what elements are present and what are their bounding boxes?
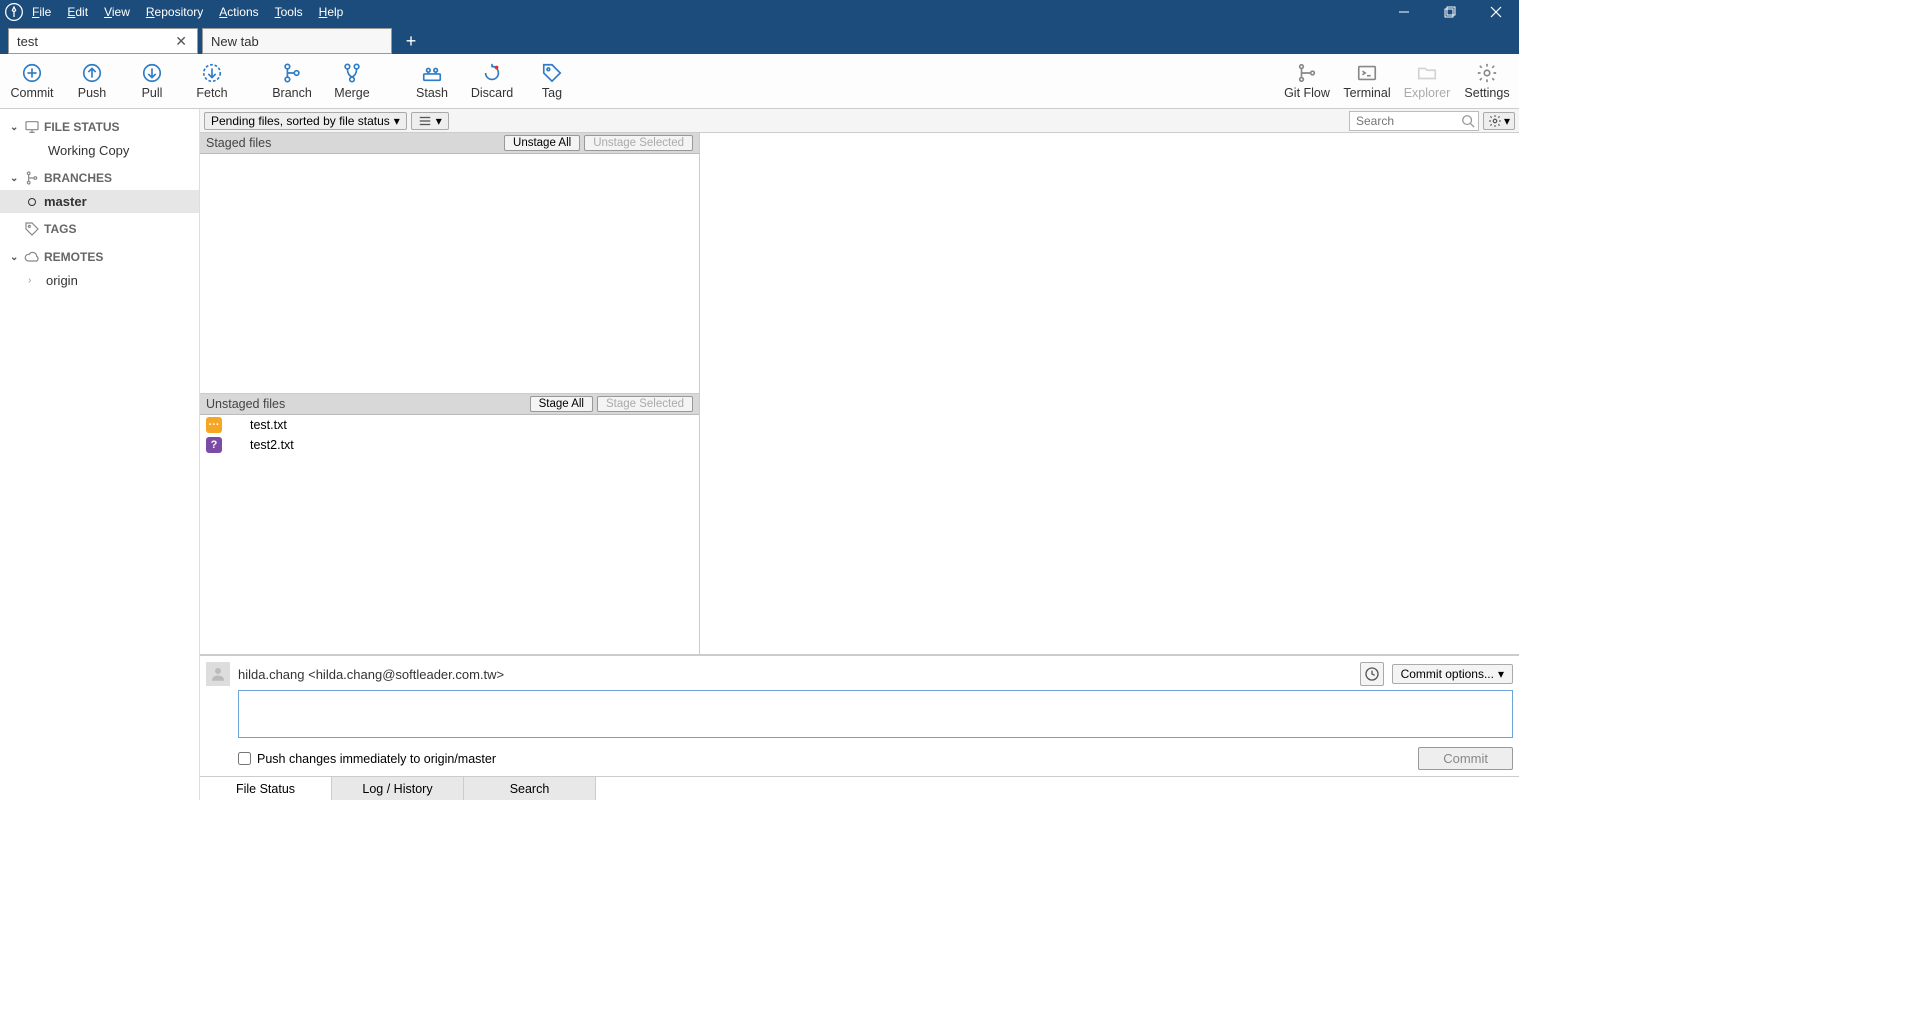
caret-down-icon: ▾ — [1498, 667, 1504, 681]
add-tab-button[interactable]: + — [396, 28, 426, 54]
tag-tool[interactable]: Tag — [522, 54, 582, 109]
stage-selected-button[interactable]: Stage Selected — [597, 396, 693, 412]
list-icon — [418, 114, 432, 128]
staged-file-list[interactable] — [200, 154, 699, 393]
sidebar-section-remotes[interactable]: ⌄ REMOTES — [0, 245, 199, 269]
chevron-down-icon: ⌄ — [10, 252, 20, 263]
sidebar-section-branches[interactable]: ⌄ BRANCHES — [0, 166, 199, 190]
pending-files-dropdown[interactable]: Pending files, sorted by file status ▾ — [204, 112, 407, 130]
titlebar: File Edit View Repository Actions Tools … — [0, 0, 1519, 24]
file-name: test2.txt — [250, 438, 294, 452]
bottom-tab-log[interactable]: Log / History — [332, 777, 464, 800]
menu-actions[interactable]: Actions — [219, 5, 258, 19]
sidebar-section-file-status[interactable]: ⌄ FILE STATUS — [0, 115, 199, 139]
unstaged-file-list[interactable]: ··· test.txt? test2.txt — [200, 415, 699, 654]
cloud-icon — [24, 249, 40, 265]
app-logo-icon — [4, 2, 24, 22]
commit-history-button[interactable] — [1360, 662, 1384, 686]
modified-file-icon: ··· — [206, 417, 222, 433]
pull-tool[interactable]: Pull — [122, 54, 182, 109]
push-immediately-checkbox[interactable]: Push changes immediately to origin/maste… — [238, 752, 496, 766]
menu-help[interactable]: Help — [319, 5, 344, 19]
menu-edit[interactable]: Edit — [67, 5, 88, 19]
monitor-icon — [24, 119, 40, 135]
clock-icon — [1364, 666, 1380, 682]
stash-tool[interactable]: Stash — [402, 54, 462, 109]
push-tool[interactable]: Push — [62, 54, 122, 109]
menu-tools[interactable]: Tools — [275, 5, 303, 19]
fetch-tool[interactable]: Fetch — [182, 54, 242, 109]
repo-tab-active[interactable]: test ✕ — [8, 28, 198, 54]
caret-down-icon: ▾ — [394, 114, 400, 128]
settings-tool[interactable]: Settings — [1457, 54, 1517, 109]
file-row[interactable]: ? test2.txt — [200, 435, 699, 455]
menu-file[interactable]: File — [32, 5, 51, 19]
merge-tool[interactable]: Merge — [322, 54, 382, 109]
unstaged-title: Unstaged files — [206, 397, 285, 411]
repo-tab-label: test — [17, 34, 38, 49]
menu-view[interactable]: View — [104, 5, 130, 19]
commit-options-dropdown[interactable]: Commit options... ▾ — [1392, 664, 1513, 684]
gitflow-tool[interactable]: Git Flow — [1277, 54, 1337, 109]
unknown-file-icon: ? — [206, 437, 222, 453]
unstage-all-button[interactable]: Unstage All — [504, 135, 580, 151]
file-name: test.txt — [250, 418, 287, 432]
stage-all-button[interactable]: Stage All — [530, 396, 593, 412]
close-icon[interactable]: ✕ — [173, 33, 189, 50]
commit-area: hilda.chang <hilda.chang@softleader.com.… — [200, 655, 1519, 776]
staged-title: Staged files — [206, 136, 271, 150]
current-branch-icon — [28, 198, 36, 206]
explorer-tool[interactable]: Explorer — [1397, 54, 1457, 109]
chevron-right-icon: › — [28, 275, 38, 286]
repo-tab-new[interactable]: New tab — [202, 28, 392, 54]
push-immediately-input[interactable] — [238, 752, 251, 765]
sidebar-section-tags[interactable]: TAGS — [0, 217, 199, 241]
caret-down-icon: ▾ — [436, 114, 442, 128]
sidebar-item-origin[interactable]: › origin — [0, 269, 199, 292]
maximize-button[interactable] — [1427, 0, 1473, 24]
branch-tool[interactable]: Branch — [262, 54, 322, 109]
gear-dropdown[interactable]: ▾ — [1483, 112, 1515, 130]
sidebar-item-master[interactable]: master — [0, 190, 199, 213]
unstage-selected-button[interactable]: Unstage Selected — [584, 135, 693, 151]
bottom-tab-file-status[interactable]: File Status — [200, 777, 332, 800]
discard-tool[interactable]: Discard — [462, 54, 522, 109]
content-area: Pending files, sorted by file status ▾ ▾… — [200, 109, 1519, 800]
gear-icon — [1488, 114, 1502, 128]
search-input[interactable] — [1349, 111, 1479, 131]
search-icon — [1461, 114, 1475, 128]
terminal-tool[interactable]: Terminal — [1337, 54, 1397, 109]
chevron-down-icon: ⌄ — [10, 173, 20, 184]
minimize-button[interactable] — [1381, 0, 1427, 24]
filter-bar: Pending files, sorted by file status ▾ ▾… — [200, 109, 1519, 133]
sidebar: ⌄ FILE STATUS Working Copy ⌄ BRANCHES ma… — [0, 109, 200, 800]
repo-tabs-bar: test ✕ New tab + — [0, 24, 1519, 54]
commit-tool[interactable]: Commit — [2, 54, 62, 109]
file-row[interactable]: ··· test.txt — [200, 415, 699, 435]
caret-down-icon: ▾ — [1504, 114, 1510, 128]
commit-author: hilda.chang <hilda.chang@softleader.com.… — [238, 667, 504, 682]
menu-repository[interactable]: Repository — [146, 5, 203, 19]
repo-tab-label: New tab — [211, 34, 259, 49]
chevron-down-icon: ⌄ — [10, 122, 20, 133]
staged-pane: Staged files Unstage All Unstage Selecte… — [200, 133, 699, 394]
branch-icon — [24, 170, 40, 186]
tag-icon — [24, 221, 40, 237]
commit-message-input[interactable] — [238, 690, 1513, 738]
bottom-tabs: File Status Log / History Search — [200, 776, 1519, 800]
main-menu: File Edit View Repository Actions Tools … — [32, 5, 343, 19]
unstaged-pane: Unstaged files Stage All Stage Selected … — [200, 394, 699, 654]
sidebar-item-working-copy[interactable]: Working Copy — [0, 139, 199, 162]
bottom-tab-search[interactable]: Search — [464, 777, 596, 800]
avatar — [206, 662, 230, 686]
diff-pane[interactable] — [700, 133, 1519, 654]
toolbar: Commit Push Pull Fetch Branch Merge Stas… — [0, 54, 1519, 109]
commit-button[interactable]: Commit — [1418, 747, 1513, 770]
close-button[interactable] — [1473, 0, 1519, 24]
view-mode-dropdown[interactable]: ▾ — [411, 112, 449, 130]
